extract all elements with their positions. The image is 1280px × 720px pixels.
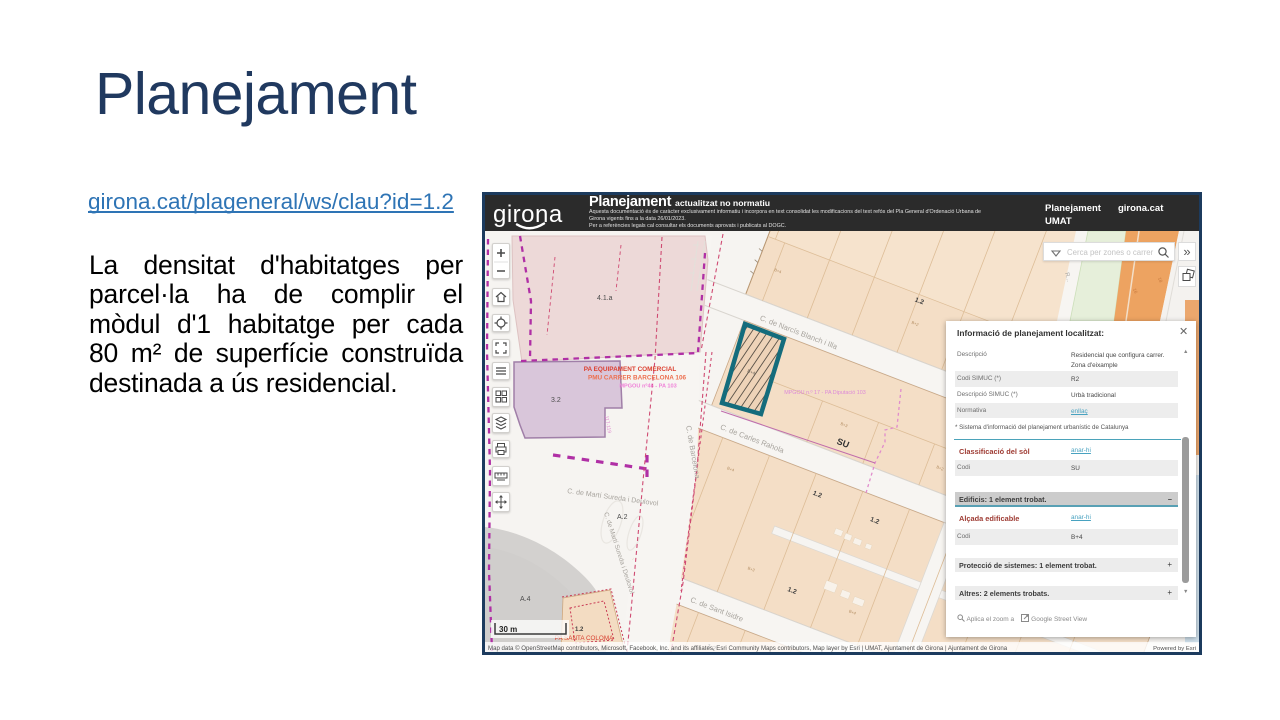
svg-text:PMU CARRER BARCELONA 106: PMU CARRER BARCELONA 106 <box>588 375 687 382</box>
svg-text:A.2: A.2 <box>617 514 628 521</box>
svg-text:girona: girona <box>493 201 563 228</box>
svg-text:A.4: A.4 <box>520 596 531 603</box>
svg-text:MPGOU nº46 - PA 103: MPGOU nº46 - PA 103 <box>619 384 676 390</box>
svg-text:Map data © OpenStreetMap contr: Map data © OpenStreetMap contributors, M… <box>488 645 1008 652</box>
svg-text:1.2: 1.2 <box>575 627 584 633</box>
svg-text:PA EQUIPAMENT COMERCIAL: PA EQUIPAMENT COMERCIAL <box>584 366 677 373</box>
svg-text:Powered by Esri: Powered by Esri <box>1153 646 1196 652</box>
svg-text:MPGOU n.º 17 - PA Diputació 10: MPGOU n.º 17 - PA Diputació 103 <box>784 390 866 396</box>
svg-text:4.1.a: 4.1.a <box>597 295 613 302</box>
svg-text:3.2: 3.2 <box>551 397 561 404</box>
svg-text:30 m: 30 m <box>499 625 517 634</box>
